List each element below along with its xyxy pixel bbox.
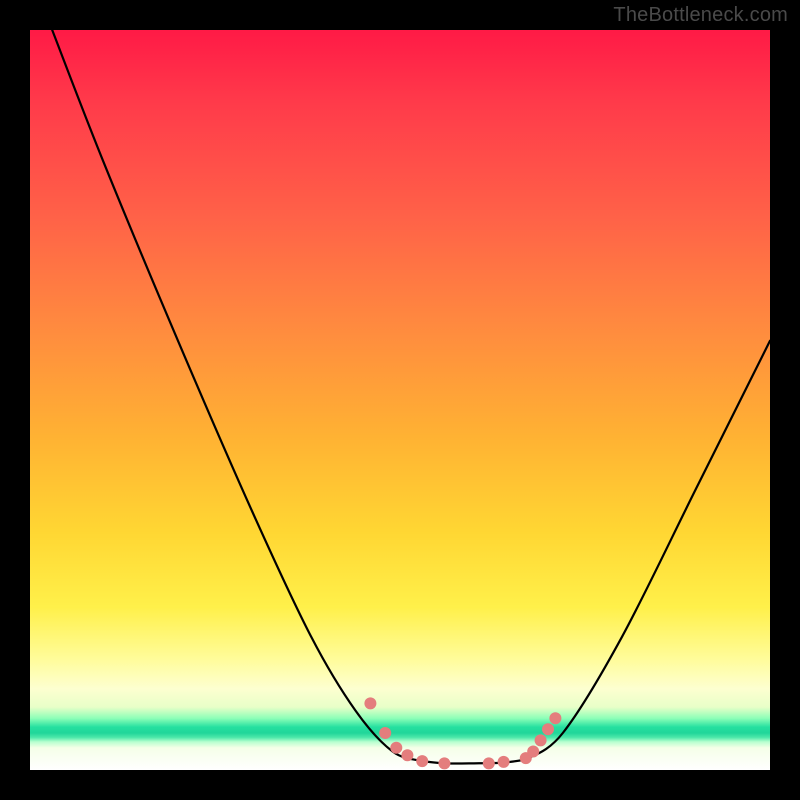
curve-marker (379, 727, 391, 739)
curve-marker (498, 756, 510, 768)
watermark-label: TheBottleneck.com (613, 4, 788, 27)
bottleneck-curve (52, 30, 770, 764)
curve-marker (438, 757, 450, 769)
chart-frame: TheBottleneck.com (0, 0, 800, 800)
curve-marker (390, 742, 402, 754)
v-curve (52, 30, 770, 764)
curve-marker (483, 757, 495, 769)
curve-svg (30, 30, 770, 770)
curve-marker (535, 734, 547, 746)
curve-marker (549, 712, 561, 724)
curve-marker (542, 723, 554, 735)
curve-marker (364, 697, 376, 709)
curve-markers (364, 697, 561, 769)
curve-marker (401, 749, 413, 761)
curve-marker (527, 746, 539, 758)
curve-marker (416, 755, 428, 767)
plot-area (30, 30, 770, 770)
